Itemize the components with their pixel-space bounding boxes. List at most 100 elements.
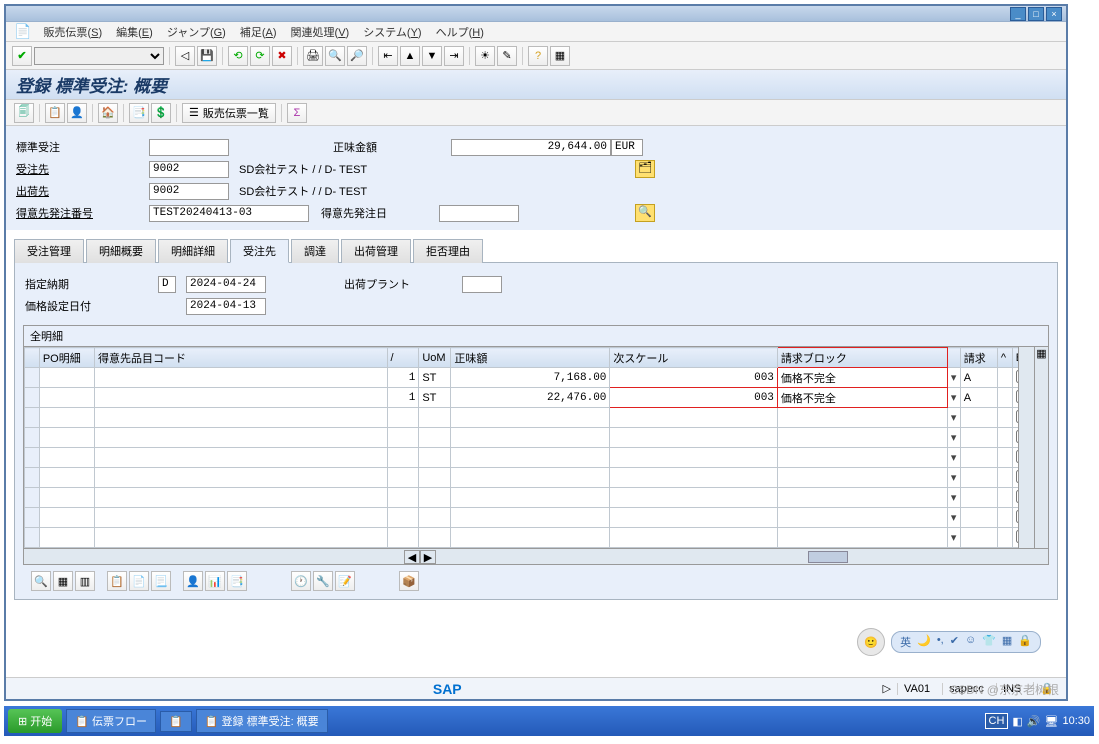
order-type-input[interactable] <box>149 139 229 156</box>
menu-goto[interactable]: ジャンプ(G) <box>161 22 232 42</box>
partner-button[interactable]: 👤 <box>67 103 87 123</box>
display-doc-button[interactable]: 🗐 <box>14 103 34 123</box>
deselect-all-button[interactable]: ▦ <box>53 571 73 591</box>
grid-btn-6[interactable]: 📃 <box>151 571 171 591</box>
table-row[interactable]: ▾ <box>25 408 1019 428</box>
create-session-button[interactable]: ☀ <box>475 46 495 66</box>
command-field[interactable] <box>34 47 164 65</box>
sum-button[interactable]: Σ <box>287 103 307 123</box>
ship-to-input[interactable] <box>149 183 229 200</box>
taskbar-task-1[interactable]: 📋 <box>160 711 192 732</box>
table-row[interactable]: ▾ <box>25 428 1019 448</box>
table-row[interactable]: 1ST7,168.00003価格不完全▾A <box>25 368 1019 388</box>
item-button[interactable]: 🏠 <box>98 103 118 123</box>
tab-shipping[interactable]: 出荷管理 <box>341 239 411 263</box>
tray-icon-3[interactable]: 🖥 <box>1045 715 1059 728</box>
grid-btn-10[interactable]: 🕐 <box>291 571 311 591</box>
billing-block-dropdown[interactable]: ▾ <box>947 528 960 548</box>
table-row[interactable]: ▾ <box>25 448 1019 468</box>
tab-item-detail[interactable]: 明細詳細 <box>158 239 228 263</box>
tab-reason-reject[interactable]: 拒否理由 <box>413 239 483 263</box>
table-row[interactable]: ▾ <box>25 508 1019 528</box>
next-page-button[interactable]: ▼ <box>422 46 442 66</box>
window-minimize[interactable]: _ <box>1010 7 1026 21</box>
prev-page-button[interactable]: ▲ <box>400 46 420 66</box>
grid-config-icon[interactable]: ▦ <box>1034 347 1048 548</box>
billing-block-dropdown[interactable]: ▾ <box>947 468 960 488</box>
grid-btn-12[interactable]: 📝 <box>335 571 355 591</box>
table-row[interactable]: ▾ <box>25 528 1019 548</box>
grid-btn-8[interactable]: 📊 <box>205 571 225 591</box>
grid-btn-4[interactable]: 📋 <box>107 571 127 591</box>
nav-arrow-icon[interactable]: ▷ <box>883 682 891 695</box>
table-row[interactable]: 1ST22,476.00003価格不完全▾A <box>25 388 1019 408</box>
req-date-input[interactable] <box>186 276 266 293</box>
config-button[interactable]: 📑 <box>129 103 149 123</box>
print-button[interactable]: 🖨 <box>303 46 323 66</box>
tray-icon-1[interactable]: ◧ <box>1012 715 1022 728</box>
save-button[interactable]: 💾 <box>197 46 217 66</box>
table-row[interactable]: ▾ <box>25 468 1019 488</box>
tray-lang[interactable]: CH <box>985 713 1009 729</box>
enter-button[interactable]: ✔ <box>12 46 32 66</box>
billing-block-dropdown[interactable]: ▾ <box>947 448 960 468</box>
menu-environment[interactable]: 関連処理(V) <box>285 22 356 42</box>
table-row[interactable]: ▾ <box>25 488 1019 508</box>
menu-system[interactable]: システム(Y) <box>357 22 427 42</box>
partner-search-icon[interactable]: 🗂 <box>635 160 655 178</box>
sold-to-input[interactable] <box>149 161 229 178</box>
taskbar-task-2[interactable]: 📋 登録 標準受注: 概要 <box>196 709 328 733</box>
po-label[interactable]: 得意先発注番号 <box>14 205 149 221</box>
po-date-icon[interactable]: 🔍 <box>635 204 655 222</box>
ship-to-label[interactable]: 出荷先 <box>14 183 149 199</box>
find-button[interactable]: 🔍 <box>325 46 345 66</box>
taskbar-task-0[interactable]: 📋 伝票フロー <box>66 709 156 733</box>
tray-icon-2[interactable]: 🔊 <box>1027 715 1041 728</box>
menu-help[interactable]: ヘルプ(H) <box>430 22 490 42</box>
grid-btn-9[interactable]: 📑 <box>227 571 247 591</box>
exit-button[interactable]: ⟲ <box>228 46 248 66</box>
menu-edit[interactable]: 編集(E) <box>110 22 159 42</box>
billing-block-dropdown[interactable]: ▾ <box>947 488 960 508</box>
pricing-date-input[interactable] <box>186 298 266 315</box>
first-page-button[interactable]: ⇤ <box>378 46 398 66</box>
assistant-toolbar[interactable]: 英🌙•,✔☺👕▦🔒 <box>891 631 1041 653</box>
scroll-left[interactable]: ◀ <box>404 550 420 564</box>
billing-block-dropdown[interactable]: ▾ <box>947 508 960 528</box>
sold-to-label[interactable]: 受注先 <box>14 161 149 177</box>
po-date-input[interactable] <box>439 205 519 222</box>
grid-vert-scrollbar[interactable] <box>1018 347 1034 548</box>
req-date-type[interactable] <box>158 276 176 293</box>
cancel-icon[interactable]: ✖ <box>272 46 292 66</box>
find-next-button[interactable]: 🔎 <box>347 46 367 66</box>
tab-order-mgmt[interactable]: 受注管理 <box>14 239 84 263</box>
grid-btn-5[interactable]: 📄 <box>129 571 149 591</box>
sales-doc-list-button[interactable]: ☰ 販売伝票一覧 <box>182 103 276 123</box>
billing-block-dropdown[interactable]: ▾ <box>947 368 960 388</box>
items-grid[interactable]: PO明細 得意先品目コード / UoM 正味額 次スケール 請求ブロック 請求 … <box>24 347 1018 548</box>
window-maximize[interactable]: □ <box>1028 7 1044 21</box>
pricing-button[interactable]: 💲 <box>151 103 171 123</box>
billing-block-dropdown[interactable]: ▾ <box>947 408 960 428</box>
po-input[interactable] <box>149 205 309 222</box>
cancel-button[interactable]: ⟳ <box>250 46 270 66</box>
select-all-button[interactable]: 🔍 <box>31 571 51 591</box>
help-icon[interactable]: ? <box>528 46 548 66</box>
grid-btn-7[interactable]: 👤 <box>183 571 203 591</box>
scroll-right[interactable]: ▶ <box>420 550 436 564</box>
tab-item-overview[interactable]: 明細概要 <box>86 239 156 263</box>
start-button[interactable]: ⊞ 开始 <box>8 709 62 733</box>
tab-procurement[interactable]: 調達 <box>291 239 339 263</box>
back-button[interactable]: ◁ <box>175 46 195 66</box>
plant-input[interactable] <box>462 276 502 293</box>
window-close[interactable]: × <box>1046 7 1062 21</box>
layout-button[interactable]: ▦ <box>550 46 570 66</box>
billing-block-dropdown[interactable]: ▾ <box>947 388 960 408</box>
menu-sales-doc[interactable]: 販売伝票(S) <box>37 22 108 42</box>
last-page-button[interactable]: ⇥ <box>444 46 464 66</box>
billing-block-dropdown[interactable]: ▾ <box>947 428 960 448</box>
header-button[interactable]: 📋 <box>45 103 65 123</box>
grid-btn-11[interactable]: 🔧 <box>313 571 333 591</box>
menu-extras[interactable]: 補足(A) <box>234 22 283 42</box>
shortcut-button[interactable]: ✎ <box>497 46 517 66</box>
